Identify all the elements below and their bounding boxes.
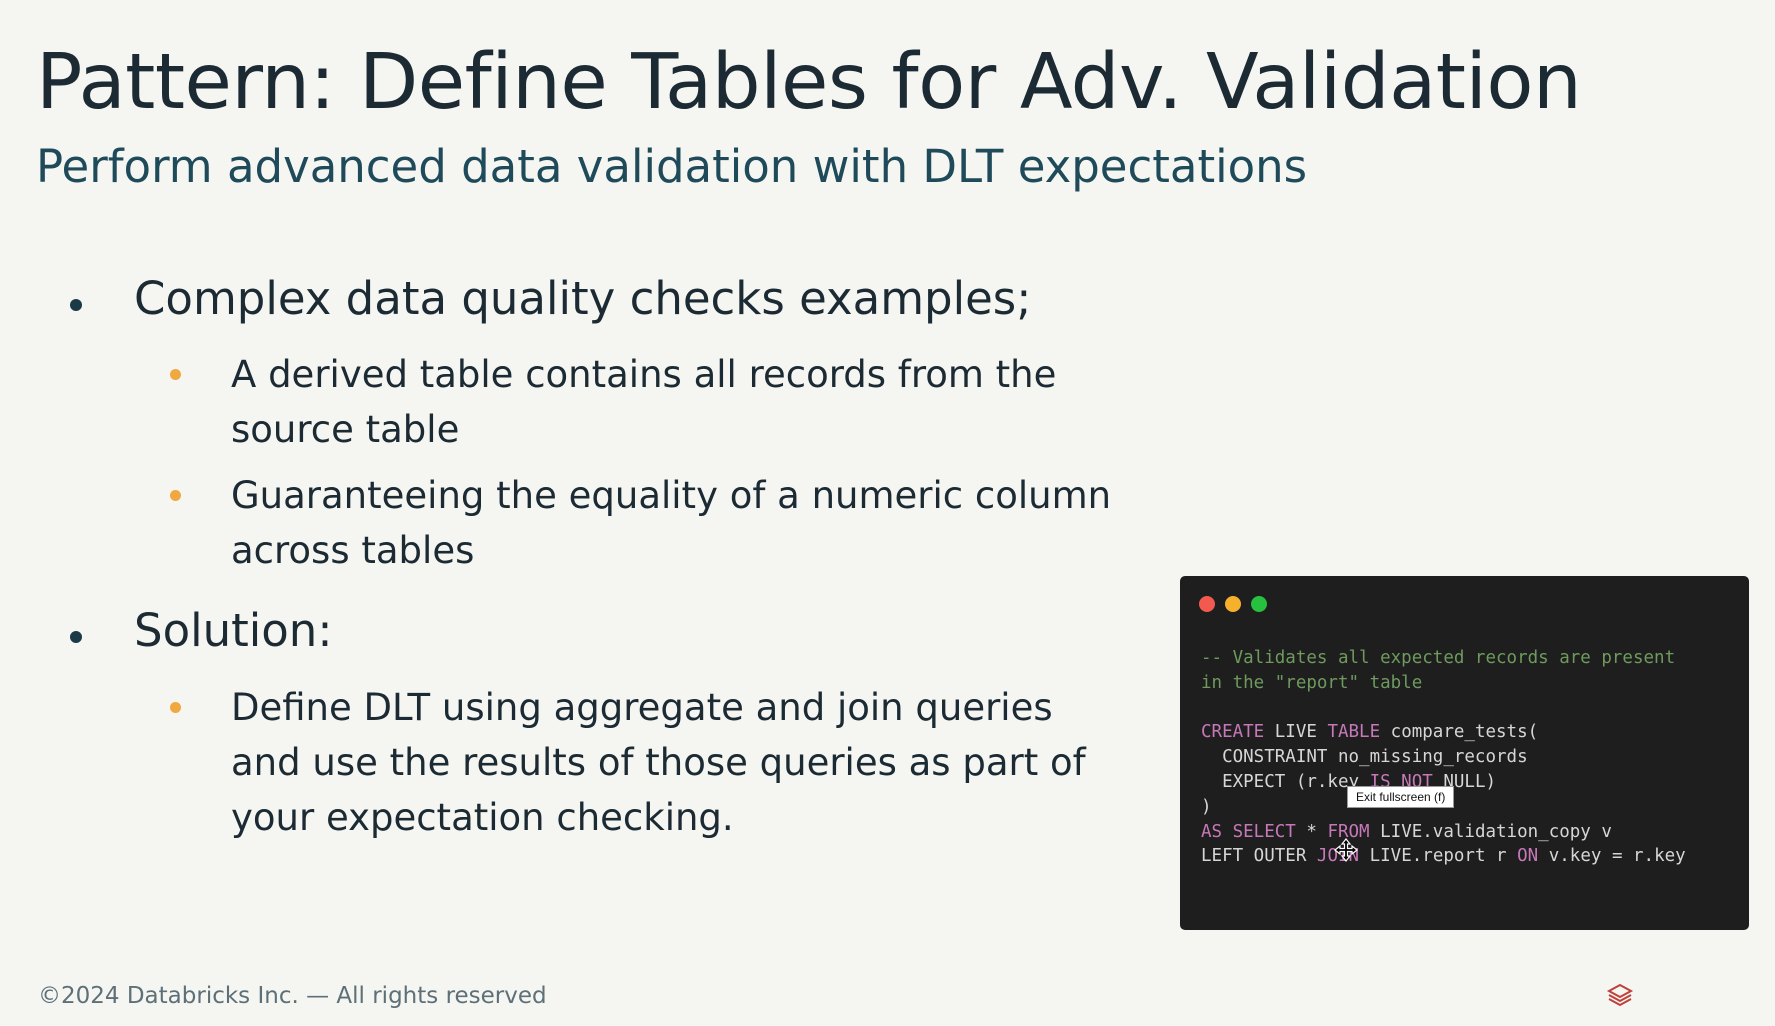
databricks-logo-icon xyxy=(1606,983,1634,1007)
sub-bullet-dot xyxy=(170,490,181,501)
code-keyword: CREATE xyxy=(1201,722,1265,743)
code-keyword: ON xyxy=(1517,846,1539,867)
bullet-dot xyxy=(70,631,82,643)
sub-bullet-dot xyxy=(170,702,181,713)
copyright-footer: ©2024 Databricks Inc. — All rights reser… xyxy=(38,983,547,1009)
move-cursor-icon xyxy=(1334,838,1358,862)
sub-bullet-item: Guaranteeing the equality of a numeric c… xyxy=(231,474,1112,572)
code-text: LEFT OUTER xyxy=(1201,846,1317,867)
slide-subtitle: Perform advanced data validation with DL… xyxy=(36,140,1308,193)
bullet-dot xyxy=(70,299,82,311)
code-text: LIVE xyxy=(1264,722,1328,743)
sub-bullet-dot xyxy=(170,369,181,380)
window-close-icon xyxy=(1199,596,1215,612)
bullet-item: Solution: xyxy=(134,604,333,657)
code-text: LIVE.validation_copy v xyxy=(1369,821,1612,842)
sub-bullet-item: A derived table contains all records fro… xyxy=(231,353,1057,451)
bullet-item: Complex data quality checks examples; xyxy=(134,272,1032,325)
code-text: CONSTRAINT no_missing_records xyxy=(1201,747,1528,768)
code-window: -- Validates all expected records are pr… xyxy=(1180,576,1749,930)
code-text: EXPECT (r.key xyxy=(1201,771,1370,792)
code-text: ) xyxy=(1201,796,1212,817)
code-text: compare_tests( xyxy=(1380,722,1539,743)
code-text: * xyxy=(1295,821,1328,842)
code-keyword: TABLE xyxy=(1327,722,1381,743)
code-text: LIVE.report r xyxy=(1359,846,1518,867)
code-text: v.key = r.key xyxy=(1538,846,1686,867)
code-comment: -- Validates all expected records are pr… xyxy=(1201,648,1676,668)
slide-title: Pattern: Define Tables for Adv. Validati… xyxy=(36,38,1582,127)
code-keyword: AS SELECT xyxy=(1201,821,1296,842)
code-block: -- Validates all expected records are pr… xyxy=(1201,646,1686,869)
window-minimize-icon xyxy=(1225,596,1241,612)
exit-fullscreen-tooltip: Exit fullscreen (f) xyxy=(1347,786,1455,808)
window-maximize-icon xyxy=(1251,596,1267,612)
code-comment: in the "report" table xyxy=(1201,672,1423,693)
sub-bullet-item: Define DLT using aggregate and join quer… xyxy=(231,686,1086,839)
